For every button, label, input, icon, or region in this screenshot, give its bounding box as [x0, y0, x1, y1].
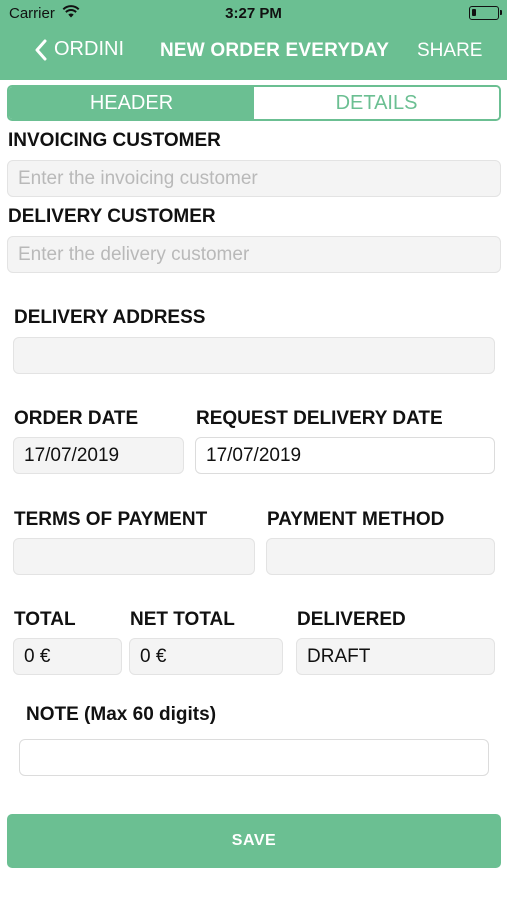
invoicing-customer-placeholder: Enter the invoicing customer: [18, 167, 258, 189]
note-label: NOTE (Max 60 digits): [26, 704, 217, 725]
invoicing-customer-field[interactable]: Enter the invoicing customer: [7, 160, 501, 197]
total-label: TOTAL: [14, 609, 76, 630]
delivered-field: DRAFT: [296, 638, 495, 675]
order-date-label: ORDER DATE: [14, 408, 139, 429]
note-field[interactable]: [19, 739, 489, 776]
payment-method-label: PAYMENT METHOD: [267, 509, 445, 530]
page-title: NEW ORDER EVERYDAY: [160, 40, 390, 61]
navigation-bar: ORDINI NEW ORDER EVERYDAY SHARE: [0, 28, 507, 78]
delivery-address-label: DELIVERY ADDRESS: [14, 307, 206, 328]
terms-of-payment-label: TERMS OF PAYMENT: [14, 509, 208, 530]
request-delivery-date-field[interactable]: 17/07/2019: [195, 437, 495, 474]
total-field: 0 €: [13, 638, 122, 675]
terms-of-payment-field[interactable]: [13, 538, 255, 575]
save-button[interactable]: SAVE: [7, 814, 501, 868]
invoicing-customer-label: INVOICING CUSTOMER: [8, 130, 221, 151]
back-label: ORDINI: [54, 38, 124, 60]
battery-icon: [469, 6, 502, 20]
request-delivery-date-label: REQUEST DELIVERY DATE: [196, 408, 443, 429]
order-date-field[interactable]: 17/07/2019: [13, 437, 184, 474]
top-bar: Carrier 3:27 PM ORDINI NEW ORDER EVERYDA…: [0, 0, 507, 80]
chevron-left-icon: [35, 39, 47, 60]
delivered-label: DELIVERED: [297, 609, 406, 630]
delivery-customer-label: DELIVERY CUSTOMER: [8, 206, 216, 227]
delivery-customer-placeholder: Enter the delivery customer: [18, 243, 250, 265]
tab-details[interactable]: DETAILS: [254, 87, 499, 119]
net-total-label: NET TOTAL: [130, 609, 235, 630]
delivery-address-field[interactable]: [13, 337, 495, 374]
segmented-control: HEADER DETAILS: [7, 85, 501, 121]
net-total-field: 0 €: [129, 638, 283, 675]
status-bar: Carrier 3:27 PM: [0, 0, 507, 28]
payment-method-field[interactable]: [266, 538, 495, 575]
back-button[interactable]: ORDINI: [34, 38, 124, 61]
tab-header[interactable]: HEADER: [9, 87, 254, 119]
clock: 3:27 PM: [225, 5, 282, 22]
share-button[interactable]: SHARE: [417, 40, 482, 62]
delivery-customer-field[interactable]: Enter the delivery customer: [7, 236, 501, 273]
